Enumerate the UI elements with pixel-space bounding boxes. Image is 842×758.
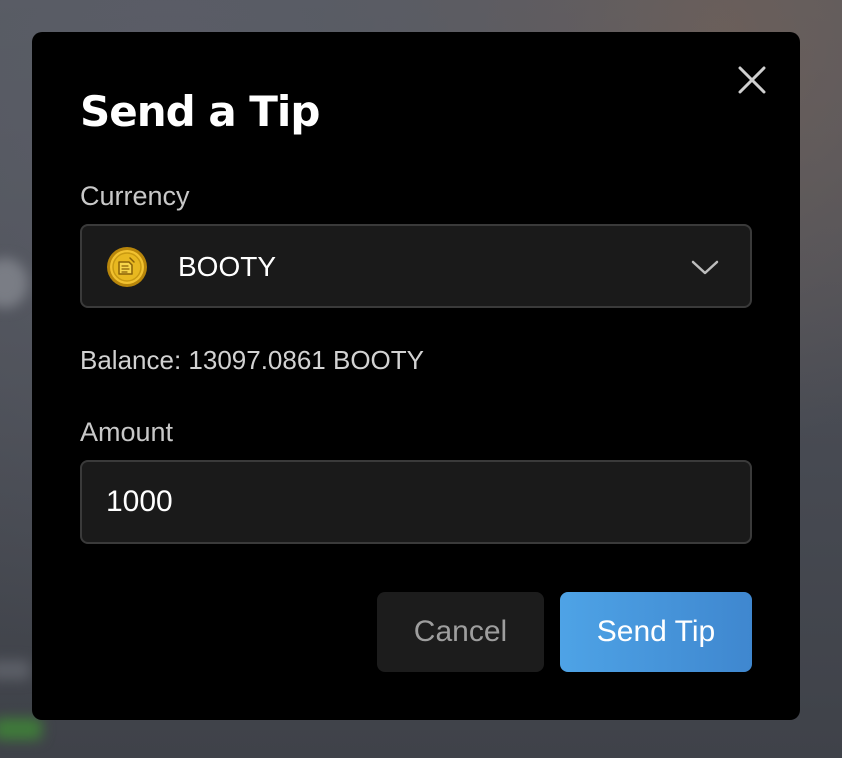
- currency-select[interactable]: BOOTY: [80, 224, 752, 308]
- balance-text: Balance: 13097.0861 BOOTY: [80, 345, 425, 375]
- currency-label: Currency: [80, 181, 190, 211]
- close-icon: [738, 66, 766, 94]
- cancel-button[interactable]: Cancel: [377, 592, 544, 672]
- backdrop-shape: [0, 660, 30, 680]
- amount-input[interactable]: [80, 460, 752, 544]
- currency-selected-value: BOOTY: [178, 251, 277, 282]
- modal-title: Send a Tip: [80, 87, 320, 136]
- backdrop-shape: [0, 258, 28, 308]
- close-button[interactable]: [732, 60, 772, 100]
- amount-label: Amount: [80, 417, 174, 447]
- send-tip-button[interactable]: Send Tip: [560, 592, 752, 672]
- chevron-down-icon: [691, 260, 719, 275]
- send-tip-modal: Send a Tip Currency BOOTY Balance: 13097…: [32, 32, 800, 720]
- booty-coin-icon: [107, 247, 147, 287]
- backdrop-shape: [0, 718, 42, 740]
